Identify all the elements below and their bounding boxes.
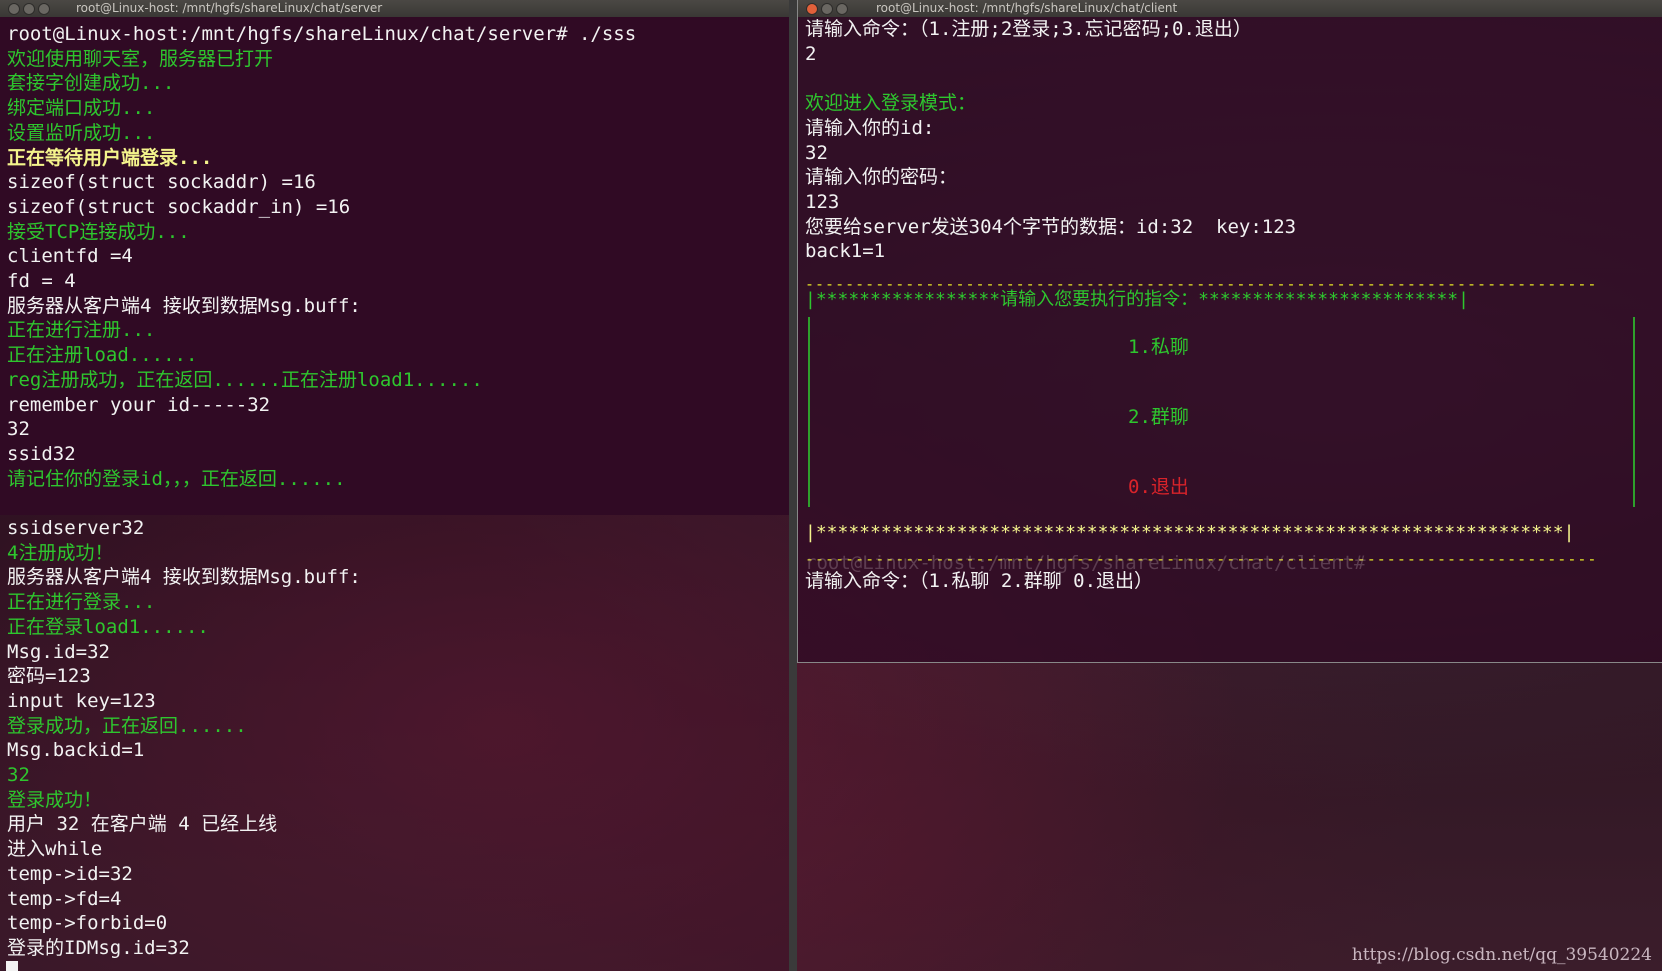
terminal-line: Msg.backid=1 — [7, 739, 145, 762]
terminal-line: 123 — [805, 190, 840, 213]
terminal-line: input key=123 — [7, 689, 156, 712]
terminal-line: root@Linux-host:/mnt/hgfs/shareLinux/cha… — [7, 23, 637, 45]
command-prompt: 请输入命令：（1.私聊 2.群聊 0.退出） — [805, 570, 1154, 592]
window-controls — [8, 3, 53, 15]
server-terminal-output[interactable]: root@Linux-host:/mnt/hgfs/shareLinux/cha… — [0, 17, 789, 971]
terminal-line: 请记住你的登录id，，，正在返回...... — [7, 467, 346, 490]
menu-item-exit: 0.退出 — [1128, 476, 1189, 498]
terminal-line: 正在注册load...... — [7, 344, 198, 367]
terminal-line: 正在进行登录... — [7, 591, 156, 614]
terminal-line: 登录成功！ — [7, 788, 103, 811]
watermark-url: https://blog.csdn.net/qq_39540224 — [1351, 945, 1652, 965]
terminal-line: 请输入命令：（1.注册;2登录;3.忘记密码;0.退出） — [805, 18, 1252, 40]
menu-left-border — [808, 317, 812, 507]
minimize-icon[interactable] — [821, 3, 833, 15]
client-terminal-window[interactable]: root@Linux-host: /mnt/hgfs/shareLinux/ch… — [797, 0, 1662, 663]
client-terminal-output[interactable]: ----------------------------------------… — [798, 17, 1662, 662]
terminal-line: 进入while — [7, 838, 103, 861]
terminal-line: 2 — [805, 42, 817, 65]
terminal-line: 32 — [7, 764, 30, 786]
terminal-line: 服务器从客户端4 接收到数据Msg.buff: — [7, 566, 361, 589]
terminal-line: 正在进行注册... — [7, 319, 156, 342]
terminal-line: 登录成功，正在返回...... — [7, 714, 247, 737]
terminal-line: 设置监听成功... — [7, 121, 156, 144]
menu-item-private-chat: 1.私聊 — [1128, 336, 1189, 358]
terminal-line: clientfd =4 — [7, 245, 133, 268]
terminal-line: temp->fd=4 — [7, 887, 122, 910]
terminal-line: 正在等待用户端登录... — [7, 146, 213, 169]
terminal-line: ssid32 — [7, 442, 76, 465]
client-titlebar[interactable]: root@Linux-host: /mnt/hgfs/shareLinux/ch… — [798, 0, 1662, 17]
terminal-line: back1=1 — [805, 240, 886, 263]
menu-right-border — [1631, 317, 1635, 507]
terminal-line: 欢迎进入登录模式： — [805, 92, 977, 115]
terminal-line: 32 — [805, 141, 828, 164]
close-icon[interactable] — [806, 3, 818, 15]
menu-item-group-chat: 2.群聊 — [1128, 406, 1189, 428]
server-window-title: root@Linux-host: /mnt/hgfs/shareLinux/ch… — [76, 1, 383, 15]
terminal-line: 绑定端口成功... — [7, 97, 156, 120]
terminal-line: 套接字创建成功... — [7, 72, 175, 95]
minimize-icon[interactable] — [23, 3, 35, 15]
terminal-line: 您要给server发送304个字节的数据：id:32 key:123 — [805, 215, 1297, 238]
terminal-line: Msg.id=32 — [7, 640, 110, 663]
menu-header: |*****************请输入您要执行的指令：***********… — [805, 289, 1469, 310]
close-icon[interactable] — [8, 3, 20, 15]
terminal-line: 密码=123 — [7, 665, 91, 688]
terminal-line: remember your id-----32 — [7, 393, 271, 416]
terminal-line: 请输入你的密码： — [805, 166, 958, 189]
maximize-icon[interactable] — [38, 3, 50, 15]
terminal-line: temp->forbid=0 — [7, 912, 168, 935]
terminal-line: sizeof(struct sockaddr) =16 — [7, 171, 316, 194]
terminal-line: 请输入你的id: — [805, 116, 935, 139]
maximize-icon[interactable] — [836, 3, 848, 15]
terminal-line: 32 — [7, 418, 30, 441]
terminal-line: 服务器从客户端4 接收到数据Msg.buff: — [7, 294, 361, 317]
terminal-line: reg注册成功，正在返回......正在注册load1...... — [7, 368, 483, 391]
terminal-line: 欢迎使用聊天室，服务器已打开 — [7, 47, 274, 70]
terminal-line: fd = 4 — [7, 270, 76, 292]
client-window-title: root@Linux-host: /mnt/hgfs/shareLinux/ch… — [876, 1, 1178, 15]
terminal-line: 正在登录load1...... — [7, 615, 209, 638]
terminal-line: temp->id=32 — [7, 862, 133, 885]
terminal-line: 登录的IDMsg.id=32 — [7, 936, 190, 959]
menu-footer: |***************************************… — [805, 522, 1575, 543]
terminal-line: 4注册成功！ — [7, 541, 114, 564]
server-titlebar[interactable]: root@Linux-host: /mnt/hgfs/shareLinux/ch… — [0, 0, 789, 17]
terminal-line: 接受TCP连接成功... — [7, 220, 190, 243]
server-terminal-window[interactable]: root@Linux-host: /mnt/hgfs/shareLinux/ch… — [0, 0, 797, 971]
terminal-line: 用户 32 在客户端 4 已经上线 — [7, 813, 278, 836]
window-controls — [806, 3, 851, 15]
terminal-cursor — [6, 961, 18, 971]
terminal-line: ssidserver32 — [7, 517, 145, 539]
terminal-line: sizeof(struct sockaddr_in) =16 — [7, 195, 351, 218]
